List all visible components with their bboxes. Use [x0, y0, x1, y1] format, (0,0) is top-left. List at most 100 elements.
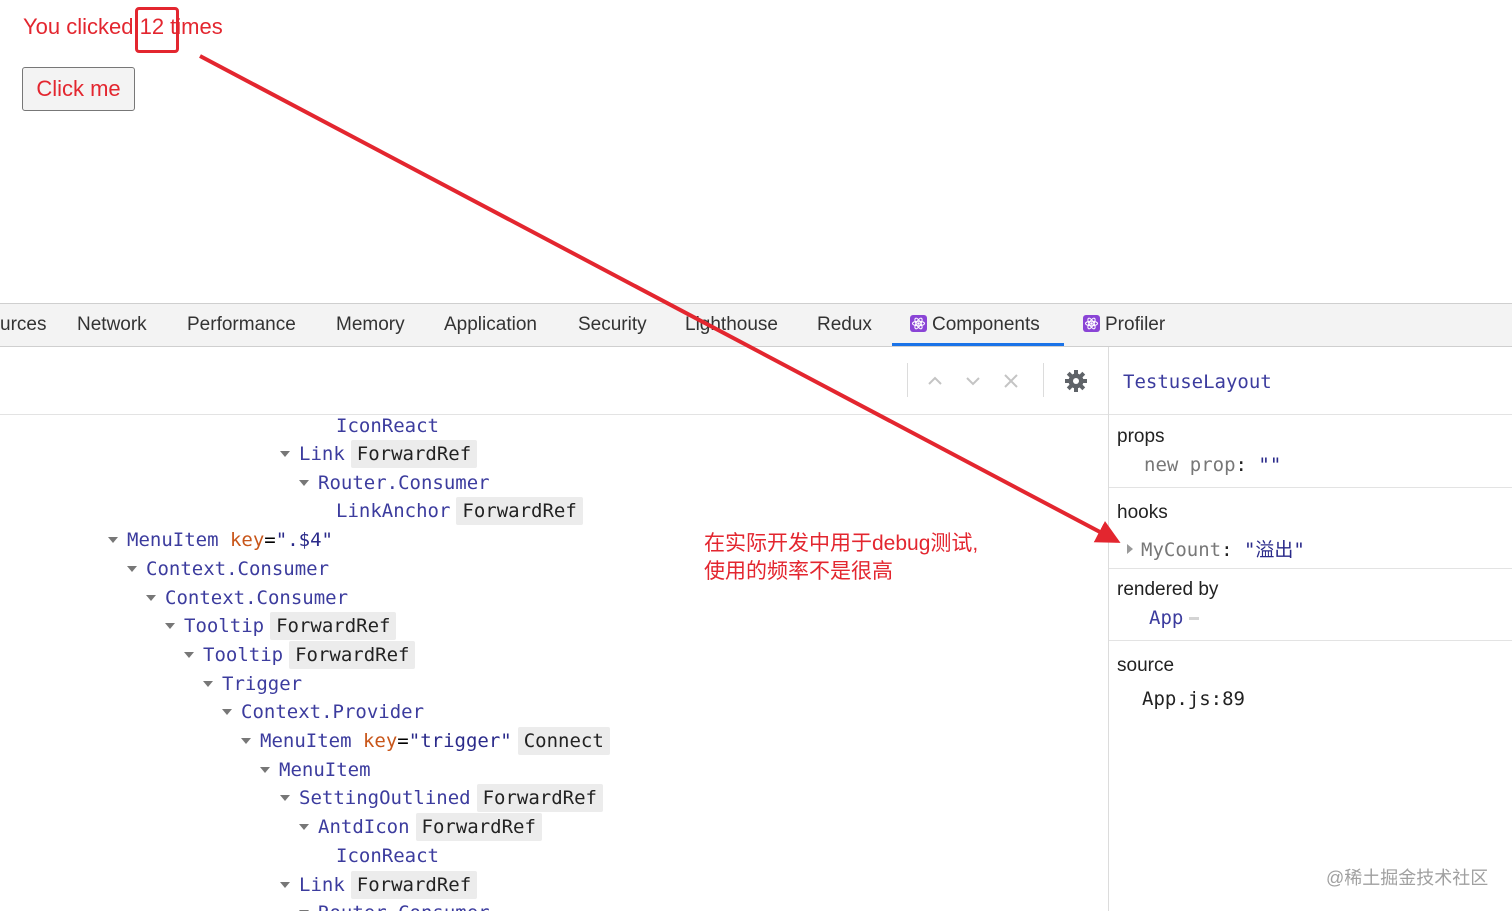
prop-value[interactable]: ""	[1258, 454, 1281, 476]
expand-triangle-icon[interactable]	[127, 566, 137, 572]
expand-triangle-icon[interactable]	[280, 795, 290, 801]
tree-row[interactable]: Link ForwardRef	[280, 871, 478, 899]
component-name: MenuItem	[260, 730, 352, 752]
react-icon	[1083, 315, 1100, 332]
tab-performance[interactable]: Performance	[187, 304, 296, 346]
rendered-by-heading: rendered by	[1117, 579, 1219, 600]
component-name: LinkAnchor	[336, 500, 451, 522]
source-heading: source	[1117, 655, 1175, 676]
tree-row[interactable]: MenuItem key="trigger" Connect	[241, 727, 610, 755]
prop-equals: =	[264, 529, 276, 551]
click-count-text: You clicked 12 times	[23, 14, 223, 39]
tab-memory[interactable]: Memory	[336, 304, 405, 346]
component-name: IconReact	[336, 415, 439, 437]
tree-row[interactable]: Context.Provider	[222, 698, 424, 726]
expand-triangle-icon[interactable]	[222, 709, 232, 715]
hook-value[interactable]: "溢出"	[1244, 539, 1305, 561]
tree-row[interactable]: AntdIcon ForwardRef	[299, 813, 542, 841]
tree-row[interactable]: Router.Consumer	[299, 469, 490, 497]
tree-row[interactable]: IconReact	[336, 842, 439, 870]
expand-triangle-icon[interactable]	[165, 623, 175, 629]
divider	[1109, 414, 1512, 415]
expand-triangle-icon[interactable]	[299, 824, 309, 830]
expand-triangle-icon[interactable]	[146, 595, 156, 601]
component-name: Tooltip	[184, 615, 265, 637]
tab-application[interactable]: Application	[444, 304, 537, 346]
tree-row[interactable]: Tooltip ForwardRef	[165, 612, 397, 640]
expand-triangle-icon[interactable]	[1127, 544, 1133, 554]
hoc-badge: ForwardRef	[476, 784, 603, 812]
click-me-button[interactable]: Click me	[22, 67, 135, 111]
expand-triangle-icon[interactable]	[241, 738, 251, 744]
component-name: IconReact	[336, 845, 439, 867]
expand-triangle-icon[interactable]	[280, 882, 290, 888]
prop-value: ".$4"	[275, 529, 333, 551]
component-name: MenuItem	[279, 759, 371, 781]
hooks-heading: hooks	[1117, 502, 1168, 523]
toolbar-divider	[1043, 363, 1044, 397]
expand-triangle-icon[interactable]	[299, 480, 309, 486]
prop-row[interactable]: new prop: ""	[1144, 454, 1281, 476]
divider	[1109, 487, 1512, 488]
gear-icon[interactable]	[1064, 369, 1088, 393]
tree-row[interactable]: LinkAnchor ForwardRef	[336, 497, 583, 525]
tab-network[interactable]: Network	[77, 304, 147, 346]
tree-row[interactable]: MenuItem key=".$4"	[108, 526, 333, 554]
hook-name: MyCount	[1141, 539, 1222, 561]
hoc-badge: ForwardRef	[350, 440, 478, 468]
component-name: Tooltip	[203, 644, 284, 666]
hook-row[interactable]: MyCount: "溢出"	[1127, 535, 1305, 562]
hoc-badge: ForwardRef	[456, 497, 583, 525]
component-name: Router.Consumer	[318, 472, 490, 494]
tree-row[interactable]: Trigger	[203, 670, 302, 698]
component-name: Context.Consumer	[146, 558, 330, 580]
hook-colon: :	[1221, 539, 1233, 561]
rendered-by-item[interactable]: App	[1149, 607, 1200, 629]
tree-row[interactable]: Link ForwardRef	[280, 440, 478, 468]
tab-redux[interactable]: Redux	[817, 304, 872, 346]
hoc-badge: ForwardRef	[415, 813, 542, 841]
prop-key: key	[362, 730, 398, 752]
tab-sources[interactable]: urces	[0, 304, 46, 346]
tab-security[interactable]: Security	[578, 304, 647, 346]
tab-profiler[interactable]: Profiler	[1083, 304, 1165, 346]
prop-key: key	[229, 529, 265, 551]
hoc-badge: Connect	[517, 727, 610, 755]
expand-triangle-icon[interactable]	[280, 451, 290, 457]
divider	[1109, 568, 1512, 569]
inspector-panel: TestuseLayout props new prop: "" hooks M…	[1108, 347, 1512, 911]
component-name: MenuItem	[127, 529, 219, 551]
prop-value: "trigger"	[408, 730, 512, 752]
expand-triangle-icon[interactable]	[260, 767, 270, 773]
tree-row[interactable]: Tooltip ForwardRef	[184, 641, 416, 669]
tab-profiler-label: Profiler	[1105, 314, 1166, 335]
hoc-badge: ForwardRef	[289, 641, 416, 669]
chevron-down-icon[interactable]	[961, 369, 985, 393]
hoc-badge: ForwardRef	[350, 871, 478, 899]
component-name: AntdIcon	[318, 816, 410, 838]
tree-row[interactable]: Context.Consumer	[146, 584, 348, 612]
tree-row[interactable]: SettingOutlined ForwardRef	[280, 784, 603, 812]
tree-row[interactable]: Context.Consumer	[127, 555, 329, 583]
chevron-up-icon[interactable]	[923, 369, 947, 393]
annotation-line: 使用的频率不是很高	[704, 560, 893, 583]
tree-row[interactable]: MenuItem	[260, 756, 371, 784]
tab-lighthouse[interactable]: Lighthouse	[685, 304, 778, 346]
close-icon[interactable]	[999, 369, 1023, 393]
component-name: SettingOutlined	[299, 787, 471, 809]
tree-toolbar	[0, 347, 1108, 415]
component-name: Context.Consumer	[165, 587, 349, 609]
hoc-badge: ForwardRef	[270, 612, 397, 640]
tree-row[interactable]: IconReact	[336, 415, 439, 440]
component-name: Context.Provider	[241, 701, 425, 723]
tab-components[interactable]: Components	[892, 304, 1064, 346]
expand-triangle-icon[interactable]	[203, 681, 213, 687]
tab-components-label: Components	[932, 314, 1040, 335]
source-value[interactable]: App.js:89	[1142, 688, 1245, 710]
prop-equals: =	[397, 730, 409, 752]
tree-row[interactable]: Router.Consumer	[299, 899, 490, 911]
expand-triangle-icon[interactable]	[184, 652, 194, 658]
expand-triangle-icon[interactable]	[108, 537, 118, 543]
component-name: Trigger	[222, 673, 303, 695]
count-highlight-box	[135, 7, 179, 53]
